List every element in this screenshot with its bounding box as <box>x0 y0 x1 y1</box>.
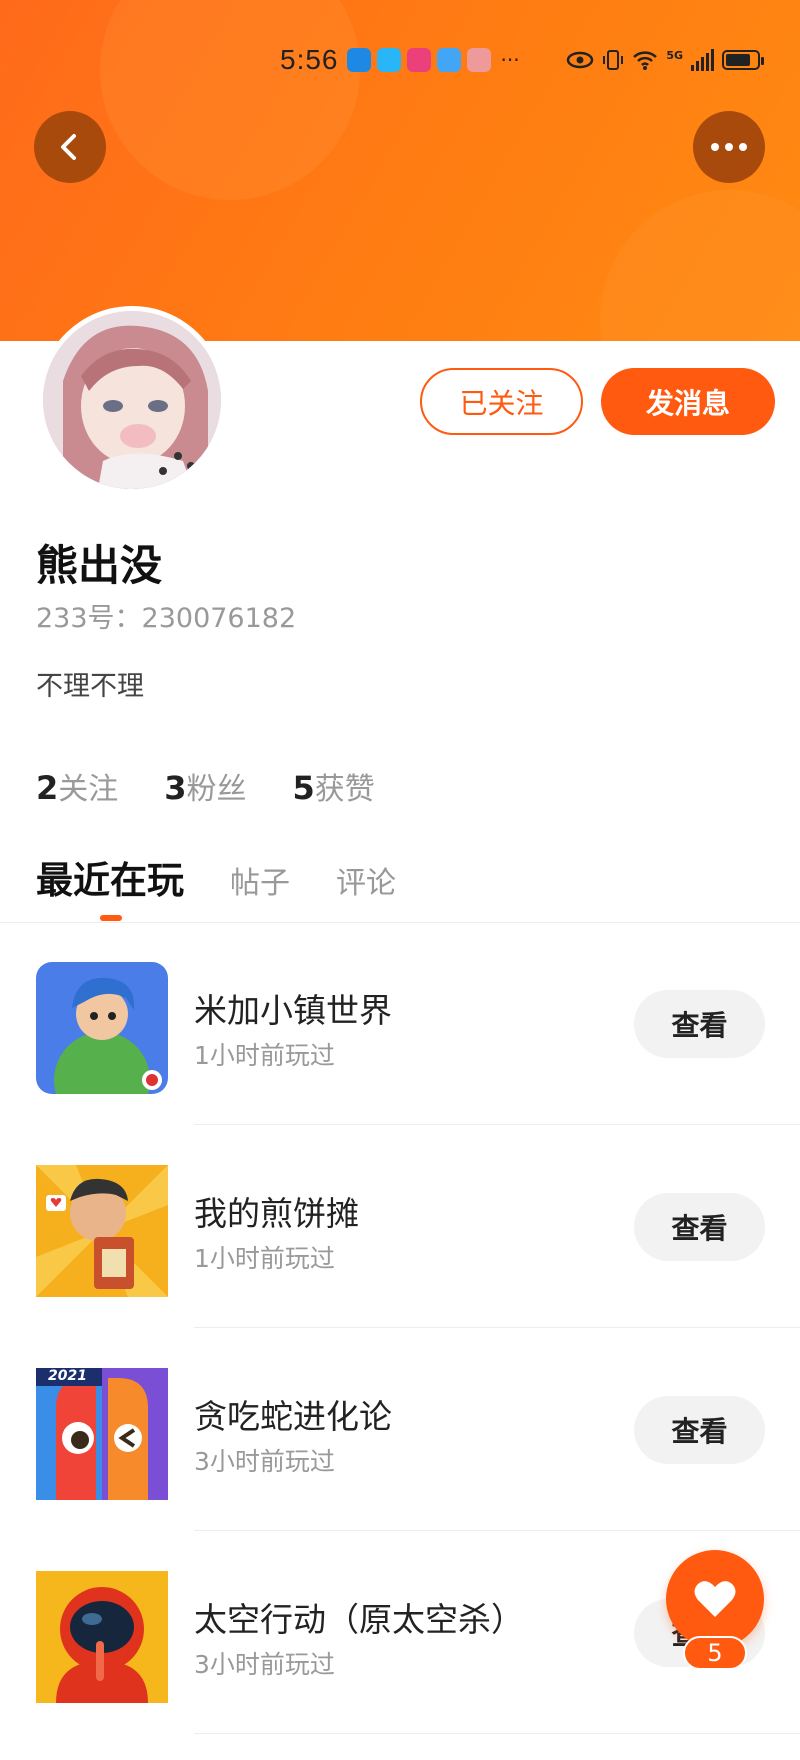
view-button[interactable]: 查看 <box>634 1396 765 1464</box>
game-icon-space-action <box>36 1571 168 1703</box>
signal-icon <box>691 49 714 71</box>
followed-button[interactable]: 已关注 <box>420 368 583 435</box>
active-tab-indicator <box>100 915 122 921</box>
stat-likes: 5 获赞 <box>292 769 375 807</box>
cloud-app-icon <box>436 48 461 72</box>
game-icon-badge: 2021 <box>48 1368 87 1384</box>
list-item[interactable]: 米加小镇世界 1小时前玩过 查看 <box>0 922 800 1125</box>
eye-icon <box>567 51 594 69</box>
game-title: 米加小镇世界 <box>194 991 392 1030</box>
tab-comments[interactable]: 评论 <box>336 858 396 902</box>
system-status-icons: 5G <box>566 49 764 71</box>
tab-recently-played[interactable]: 最近在玩 <box>36 850 184 904</box>
game-icon-pancake-stall <box>36 1165 168 1297</box>
profile-name: 熊出没 <box>36 541 163 590</box>
status-time: 5:56 <box>280 44 339 75</box>
game-last-played: 3小时前玩过 <box>194 1650 335 1679</box>
network-type: 5G <box>666 49 683 62</box>
book-app-icon <box>466 48 491 72</box>
like-fab-button[interactable] <box>666 1550 764 1648</box>
divider <box>194 1733 800 1734</box>
list-item[interactable]: 2021 贪吃蛇进化论 3小时前玩过 查看 <box>0 1328 800 1531</box>
chevron-left-icon <box>61 134 76 160</box>
browser-app-icon <box>376 48 401 72</box>
profile-bio: 不理不理 <box>36 671 144 702</box>
game-title: 我的煎饼摊 <box>194 1194 359 1233</box>
status-bar: 5:56 ··· 5G <box>280 40 764 80</box>
tab-posts[interactable]: 帖子 <box>230 858 290 902</box>
avatar[interactable] <box>38 306 226 494</box>
view-button[interactable]: 查看 <box>634 990 765 1058</box>
game-last-played: 1小时前玩过 <box>194 1244 335 1273</box>
game-last-played: 3小时前玩过 <box>194 1447 335 1476</box>
list-item[interactable]: 我的煎饼摊 1小时前玩过 查看 <box>0 1125 800 1328</box>
weather-app-icon <box>346 48 371 72</box>
avatar-image <box>43 311 221 489</box>
more-dots-icon <box>711 143 747 151</box>
wifi-icon <box>633 51 658 70</box>
view-button[interactable]: 查看 <box>634 1193 765 1261</box>
send-message-button[interactable]: 发消息 <box>601 368 775 435</box>
stat-fans[interactable]: 3 粉丝 <box>164 764 246 808</box>
back-button[interactable] <box>34 111 106 183</box>
video-app-icon <box>406 48 431 72</box>
more-notifications-icon: ··· <box>500 48 520 72</box>
game-title: 太空行动（原太空杀） <box>194 1600 524 1639</box>
game-last-played: 1小时前玩过 <box>194 1041 335 1070</box>
profile-stats: 2 关注 3 粉丝 5 获赞 <box>36 764 375 808</box>
stat-following[interactable]: 2 关注 <box>36 764 118 808</box>
profile-uid: 233号：230076182 <box>36 603 297 634</box>
more-options-button[interactable] <box>693 111 765 183</box>
notification-icons <box>346 48 491 72</box>
heart-icon <box>694 1581 736 1617</box>
game-icon-snake-evolution: 2021 <box>36 1368 168 1500</box>
vibrate-icon <box>603 50 624 70</box>
like-count-badge: 5 <box>683 1636 747 1670</box>
game-title: 贪吃蛇进化论 <box>194 1397 392 1436</box>
game-icon-miga-town <box>36 962 168 1094</box>
profile-tabs: 最近在玩 帖子 评论 <box>36 850 396 904</box>
battery-icon <box>722 50 764 70</box>
